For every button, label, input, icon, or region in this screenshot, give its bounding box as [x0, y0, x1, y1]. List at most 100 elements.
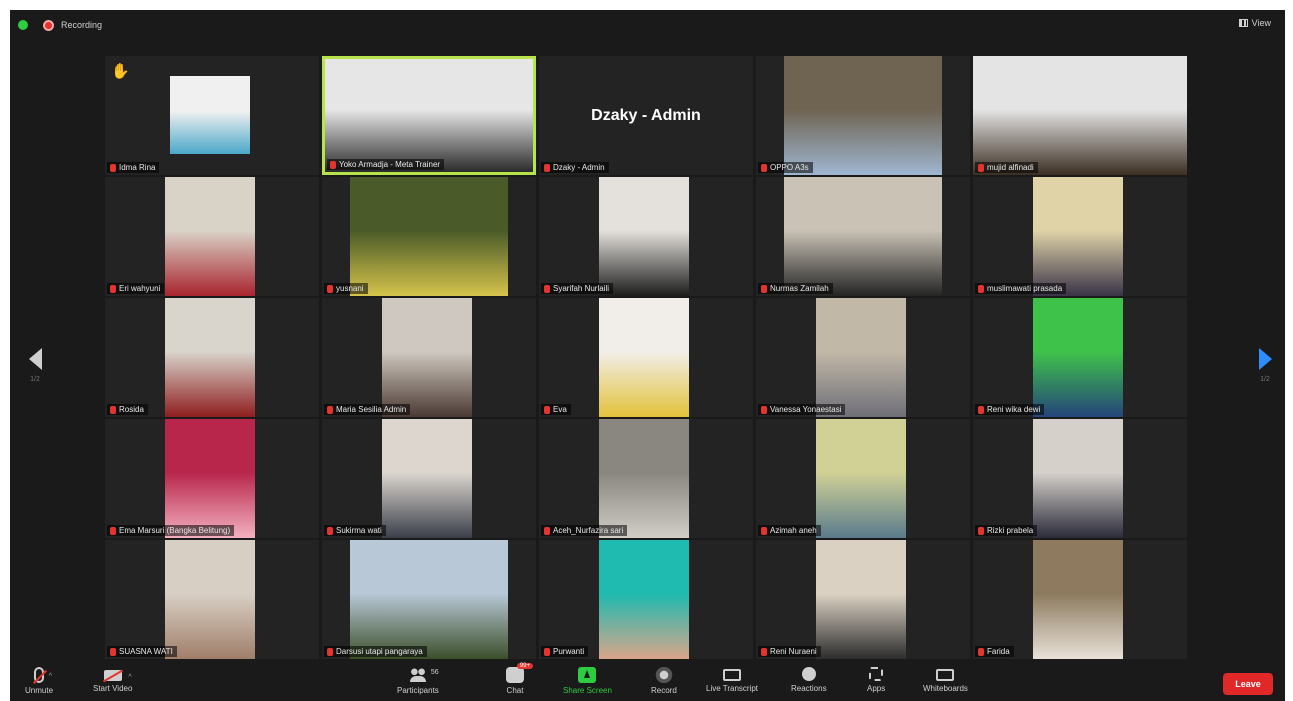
participants-button[interactable]: 56 Participants — [397, 667, 439, 695]
participant-tile[interactable]: Rosida — [105, 298, 319, 417]
next-page-button[interactable]: 1/2 — [1245, 348, 1285, 383]
participant-tile[interactable]: Nurmas Zamilah — [756, 177, 970, 296]
participant-name: OPPO A3s — [770, 163, 809, 172]
participant-nameplate: Azimah aneh — [758, 525, 821, 536]
mic-muted-icon — [761, 526, 767, 535]
reactions-button[interactable]: Reactions — [791, 667, 827, 693]
participant-tile[interactable]: Azimah aneh — [756, 419, 970, 538]
participant-tile[interactable]: Eri wahyuni — [105, 177, 319, 296]
participant-tile[interactable]: OPPO A3s — [756, 56, 970, 175]
participant-name: Reni wika dewi — [987, 405, 1041, 414]
unmute-button[interactable]: ^ Unmute — [25, 667, 53, 695]
participant-nameplate: Maria Sesilia Admin — [324, 404, 411, 415]
unmute-label: Unmute — [25, 686, 54, 695]
live-transcript-label: Live Transcript — [706, 684, 759, 693]
mic-muted-icon — [327, 284, 333, 293]
participant-nameplate: Sukirma wati — [324, 525, 386, 536]
view-button[interactable]: View — [1238, 18, 1271, 28]
page-indicator-left: 1/2 — [30, 376, 40, 383]
participant-name: yusnani — [336, 284, 364, 293]
participant-tile[interactable]: Vanessa Yonaestasi — [756, 298, 970, 417]
live-transcript-button[interactable]: Live Transcript — [706, 667, 758, 693]
whiteboard-icon — [936, 669, 955, 681]
start-video-label: Start Video — [93, 684, 133, 693]
participant-nameplate: Darsusi utapi pangaraya — [324, 646, 427, 657]
meeting-toolbar: ^ Unmute ^ Start Video 56 Participants 9… — [10, 663, 1285, 701]
participant-video — [165, 419, 255, 538]
chat-button[interactable]: 99+ Chat — [506, 663, 533, 695]
zoom-meeting-window: Recording View 1/2 1/2 ✋ Idma Rina Yoko Ar… — [10, 10, 1285, 701]
participant-video — [784, 56, 942, 175]
mic-muted-icon — [978, 284, 984, 293]
participant-video — [599, 298, 689, 417]
previous-page-button[interactable]: 1/2 — [15, 348, 55, 383]
closed-caption-icon — [723, 669, 742, 681]
participant-tile[interactable]: mujid alfinadi — [973, 56, 1187, 175]
participants-icon: 56 — [408, 667, 439, 683]
leave-button[interactable]: Leave — [1223, 673, 1273, 695]
participant-name: Aceh_Nurfazira sari — [553, 526, 624, 535]
participant-tile[interactable]: Aceh_Nurfazira sari — [539, 419, 753, 538]
participant-tile[interactable]: Sukirma wati — [322, 419, 536, 538]
mic-muted-icon — [327, 647, 333, 656]
mic-muted-icon — [761, 647, 767, 656]
participant-tile[interactable]: Purwanti — [539, 540, 753, 659]
participant-tile[interactable]: Dzaky - Admin Dzaky - Admin — [539, 56, 753, 175]
participant-nameplate: Yoko Armadja - Meta Trainer — [327, 159, 445, 170]
reaction-emoji-icon — [801, 667, 816, 681]
start-video-button[interactable]: ^ Start Video — [93, 667, 132, 693]
participant-tile[interactable]: Syarifah Nurlaili — [539, 177, 753, 296]
record-button[interactable]: Record — [651, 667, 677, 695]
participant-name: Rizki prabela — [987, 526, 1034, 535]
participant-video — [1033, 419, 1123, 538]
participant-name: SUASNA WATI — [119, 647, 173, 656]
participant-video — [325, 59, 533, 172]
participant-video — [165, 298, 255, 417]
participant-tile[interactable]: Darsusi utapi pangaraya — [322, 540, 536, 659]
participant-video — [816, 540, 906, 659]
mic-muted-icon — [978, 163, 984, 172]
participant-tile[interactable]: Rizki prabela — [973, 419, 1187, 538]
participant-tile[interactable]: Eva — [539, 298, 753, 417]
mic-muted-icon — [978, 647, 984, 656]
participant-name: Yoko Armadja - Meta Trainer — [339, 160, 441, 169]
reactions-label: Reactions — [791, 684, 827, 693]
participant-tile[interactable]: SUASNA WATI — [105, 540, 319, 659]
participant-name: Azimah aneh — [770, 526, 817, 535]
participant-tile[interactable]: Maria Sesilia Admin — [322, 298, 536, 417]
mic-muted-icon — [544, 284, 550, 293]
participant-tile[interactable]: muslimawati prasada — [973, 177, 1187, 296]
participant-nameplate: Syarifah Nurlaili — [541, 283, 614, 294]
participant-video — [350, 540, 508, 659]
participant-name: Eva — [553, 405, 567, 414]
participant-name: Syarifah Nurlaili — [553, 284, 610, 293]
microphone-muted-icon: ^ — [34, 667, 52, 683]
participant-display-name: Dzaky - Admin — [591, 106, 701, 124]
share-screen-icon — [578, 667, 597, 683]
participant-tile[interactable]: Yoko Armadja - Meta Trainer — [322, 56, 536, 175]
camera-off-icon: ^ — [103, 670, 132, 681]
participant-nameplate: Dzaky - Admin — [541, 162, 609, 173]
participant-video — [816, 298, 906, 417]
participant-name: Idma Rina — [119, 163, 156, 172]
whiteboards-button[interactable]: Whiteboards — [923, 667, 968, 693]
participant-nameplate: Nurmas Zamilah — [758, 283, 833, 294]
participant-name: mujid alfinadi — [987, 163, 1034, 172]
participant-tile[interactable]: Farida — [973, 540, 1187, 659]
record-icon — [654, 667, 673, 683]
encryption-shield-icon[interactable] — [18, 20, 28, 30]
participant-tile[interactable]: Reni wika dewi — [973, 298, 1187, 417]
apps-button[interactable]: Apps — [867, 667, 885, 693]
participant-tile[interactable]: yusnani — [322, 177, 536, 296]
participant-tile[interactable]: Ema Marsuri (Bangka Belitung) — [105, 419, 319, 538]
share-screen-label: Share Screen — [563, 686, 612, 695]
arrow-right-icon — [1258, 348, 1272, 370]
grid-view-icon — [1238, 19, 1248, 27]
participant-video — [599, 419, 689, 538]
participants-label: Participants — [397, 686, 439, 695]
apps-icon — [869, 667, 884, 681]
participant-tile[interactable]: Reni Nuraeni — [756, 540, 970, 659]
share-screen-button[interactable]: Share Screen — [563, 667, 612, 695]
participant-tile[interactable]: ✋ Idma Rina — [105, 56, 319, 175]
page-indicator-right: 1/2 — [1260, 376, 1270, 383]
